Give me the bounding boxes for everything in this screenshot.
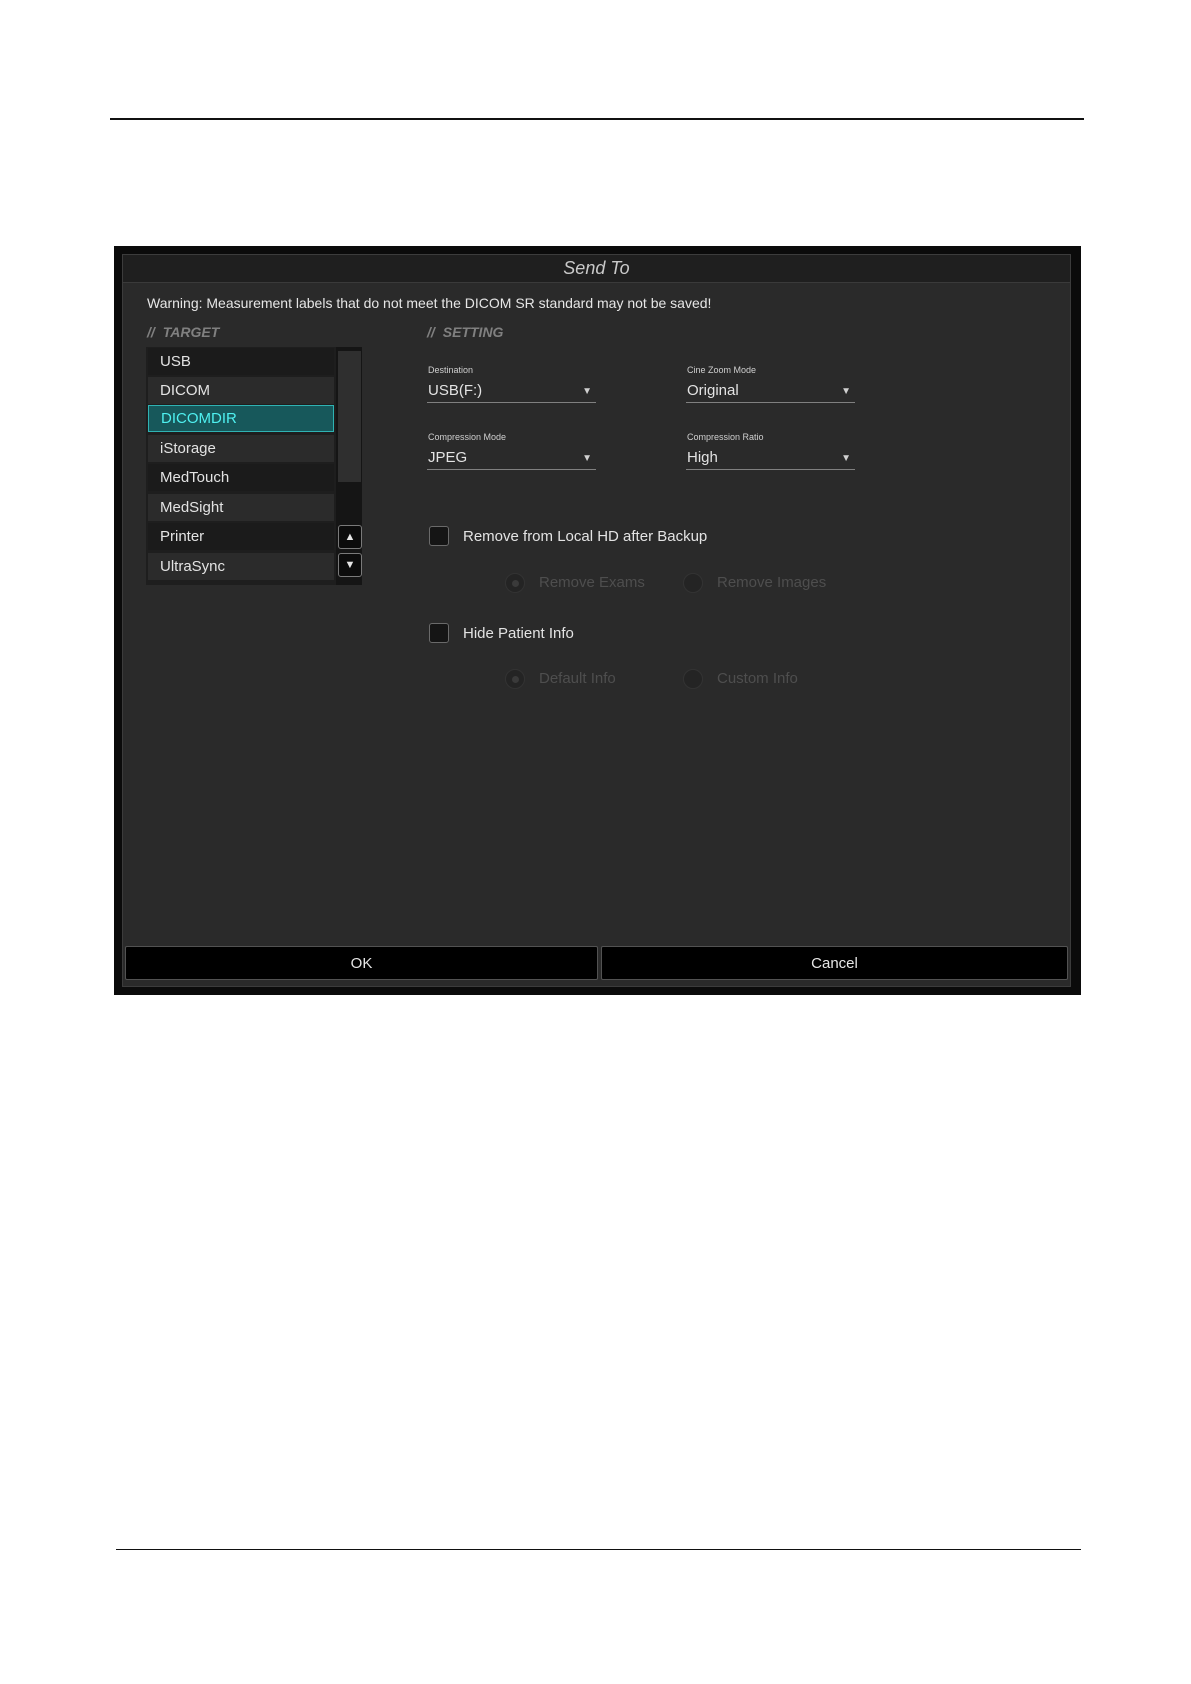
scroll-down-button[interactable]: ▼	[338, 553, 362, 577]
cancel-button[interactable]: Cancel	[601, 946, 1068, 980]
default-info-label: Default Info	[539, 670, 616, 687]
custom-info-label: Custom Info	[717, 670, 798, 687]
hide-patient-info-label[interactable]: Hide Patient Info	[463, 625, 574, 642]
scroll-up-button[interactable]: ▲	[338, 525, 362, 549]
remove-exams-radio[interactable]	[505, 573, 525, 593]
remove-after-backup-checkbox[interactable]	[429, 526, 449, 546]
dropdown-arrow-icon: ▼	[841, 386, 851, 397]
remove-images-radio[interactable]	[683, 573, 703, 593]
compression-ratio-select[interactable]: High ▼	[686, 446, 855, 470]
arrow-down-icon: ▼	[344, 559, 356, 571]
cine-zoom-mode-value: Original	[687, 382, 739, 399]
target-item-printer[interactable]: Printer	[148, 523, 334, 550]
compression-mode-select[interactable]: JPEG ▼	[427, 446, 596, 470]
send-to-dialog: Send To Warning: Measurement labels that…	[122, 254, 1071, 987]
warning-message: Warning: Measurement labels that do not …	[147, 295, 712, 311]
section-marker-icon: //	[147, 324, 155, 340]
target-section-title: // TARGET	[147, 324, 219, 340]
custom-info-radio[interactable]	[683, 669, 703, 689]
remove-images-label: Remove Images	[717, 574, 827, 591]
default-info-radio[interactable]	[505, 669, 525, 689]
send-to-dialog-frame: Send To Warning: Measurement labels that…	[114, 246, 1081, 995]
dropdown-arrow-icon: ▼	[582, 386, 592, 397]
setting-heading: SETTING	[442, 324, 504, 340]
hide-patient-info-checkbox[interactable]	[429, 623, 449, 643]
target-item-dicomdir[interactable]: DICOMDIR	[148, 405, 334, 432]
compression-ratio-value: High	[687, 449, 718, 466]
page-header-rule	[110, 118, 1084, 120]
destination-label: Destination	[428, 365, 474, 375]
target-heading: TARGET	[162, 324, 220, 340]
target-item-medsight[interactable]: MedSight	[148, 494, 334, 521]
target-scrollbar-thumb[interactable]	[338, 351, 361, 482]
target-scrollbar[interactable]: ▲ ▼	[336, 347, 362, 585]
destination-value: USB(F:)	[428, 382, 483, 399]
dropdown-arrow-icon: ▼	[582, 453, 592, 464]
target-item-ultrasync[interactable]: UltraSync	[148, 553, 334, 580]
target-item-usb[interactable]: USB	[148, 348, 334, 375]
compression-ratio-label: Compression Ratio	[687, 432, 764, 442]
compression-mode-value: JPEG	[428, 449, 468, 466]
target-list: USB DICOM DICOMDIR iStorage MedTouch Med…	[146, 347, 362, 585]
ok-button[interactable]: OK	[125, 946, 598, 980]
cine-zoom-mode-select[interactable]: Original ▼	[686, 379, 855, 403]
remove-after-backup-label[interactable]: Remove from Local HD after Backup	[463, 528, 707, 545]
target-item-dicom[interactable]: DICOM	[148, 377, 334, 404]
section-marker-icon: //	[427, 324, 435, 340]
remove-exams-label: Remove Exams	[539, 574, 645, 591]
cine-zoom-mode-label: Cine Zoom Mode	[687, 365, 757, 375]
target-item-istorage[interactable]: iStorage	[148, 435, 334, 462]
destination-select[interactable]: USB(F:) ▼	[427, 379, 596, 403]
page-footer-rule	[116, 1549, 1081, 1550]
compression-mode-label: Compression Mode	[428, 432, 507, 442]
dialog-title: Send To	[123, 255, 1070, 283]
arrow-up-icon: ▲	[344, 531, 356, 543]
target-item-medtouch[interactable]: MedTouch	[148, 464, 334, 491]
dropdown-arrow-icon: ▼	[841, 453, 851, 464]
setting-section-title: // SETTING	[427, 324, 503, 340]
